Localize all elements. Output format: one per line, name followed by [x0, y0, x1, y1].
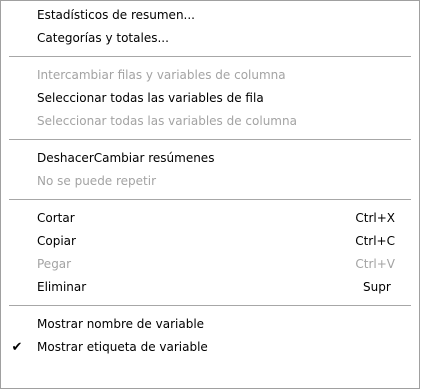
menu-item-undo[interactable]: DeshacerCambiar resúmenes: [1, 147, 419, 170]
menu-item-copy[interactable]: Copiar Ctrl+C: [1, 230, 419, 253]
menu-item-label: Pegar: [37, 257, 72, 271]
menu-item-show-variable-label[interactable]: ✔ Mostrar etiqueta de variable: [1, 336, 419, 359]
menu-item-swap-rows-columns: Intercambiar filas y variables de column…: [1, 64, 419, 87]
menu-item-label: No se puede repetir: [37, 174, 157, 188]
menu-item-cut[interactable]: Cortar Ctrl+X: [1, 207, 419, 230]
menu-item-redo: No se puede repetir: [1, 170, 419, 193]
menu-item-label: Mostrar nombre de variable: [37, 317, 205, 331]
menu-separator: [9, 199, 411, 200]
checkmark-icon: ✔: [11, 340, 23, 355]
menu-item-summary-statistics[interactable]: Estadísticos de resumen...: [1, 4, 419, 27]
menu-item-shortcut: Supr: [363, 280, 391, 294]
menu-item-label: Seleccionar todas las variables de colum…: [37, 114, 297, 128]
menu-item-label: Intercambiar filas y variables de column…: [37, 68, 286, 82]
menu-separator: [9, 305, 411, 306]
menu-item-label: Copiar: [37, 234, 76, 248]
menu-item-label: Categorías y totales...: [37, 31, 169, 45]
menu-item-delete[interactable]: Eliminar Supr: [1, 276, 419, 299]
context-menu: Estadísticos de resumen... Categorías y …: [0, 0, 420, 389]
menu-item-shortcut: Ctrl+X: [355, 211, 395, 225]
menu-item-shortcut: Ctrl+V: [355, 257, 395, 271]
menu-item-categories-totals[interactable]: Categorías y totales...: [1, 27, 419, 50]
menu-item-select-all-column-variables: Seleccionar todas las variables de colum…: [1, 110, 419, 133]
menu-item-label: DeshacerCambiar resúmenes: [37, 151, 215, 165]
menu-item-label: Mostrar etiqueta de variable: [37, 340, 208, 354]
menu-item-label: Seleccionar todas las variables de fila: [37, 91, 264, 105]
menu-separator: [9, 139, 411, 140]
menu-item-label: Cortar: [37, 211, 75, 225]
menu-item-select-all-row-variables[interactable]: Seleccionar todas las variables de fila: [1, 87, 419, 110]
menu-separator: [9, 56, 411, 57]
menu-item-label: Eliminar: [37, 280, 87, 294]
menu-item-show-variable-name[interactable]: Mostrar nombre de variable: [1, 313, 419, 336]
menu-item-shortcut: Ctrl+C: [355, 234, 395, 248]
menu-item-paste: Pegar Ctrl+V: [1, 253, 419, 276]
menu-item-label: Estadísticos de resumen...: [37, 8, 195, 22]
